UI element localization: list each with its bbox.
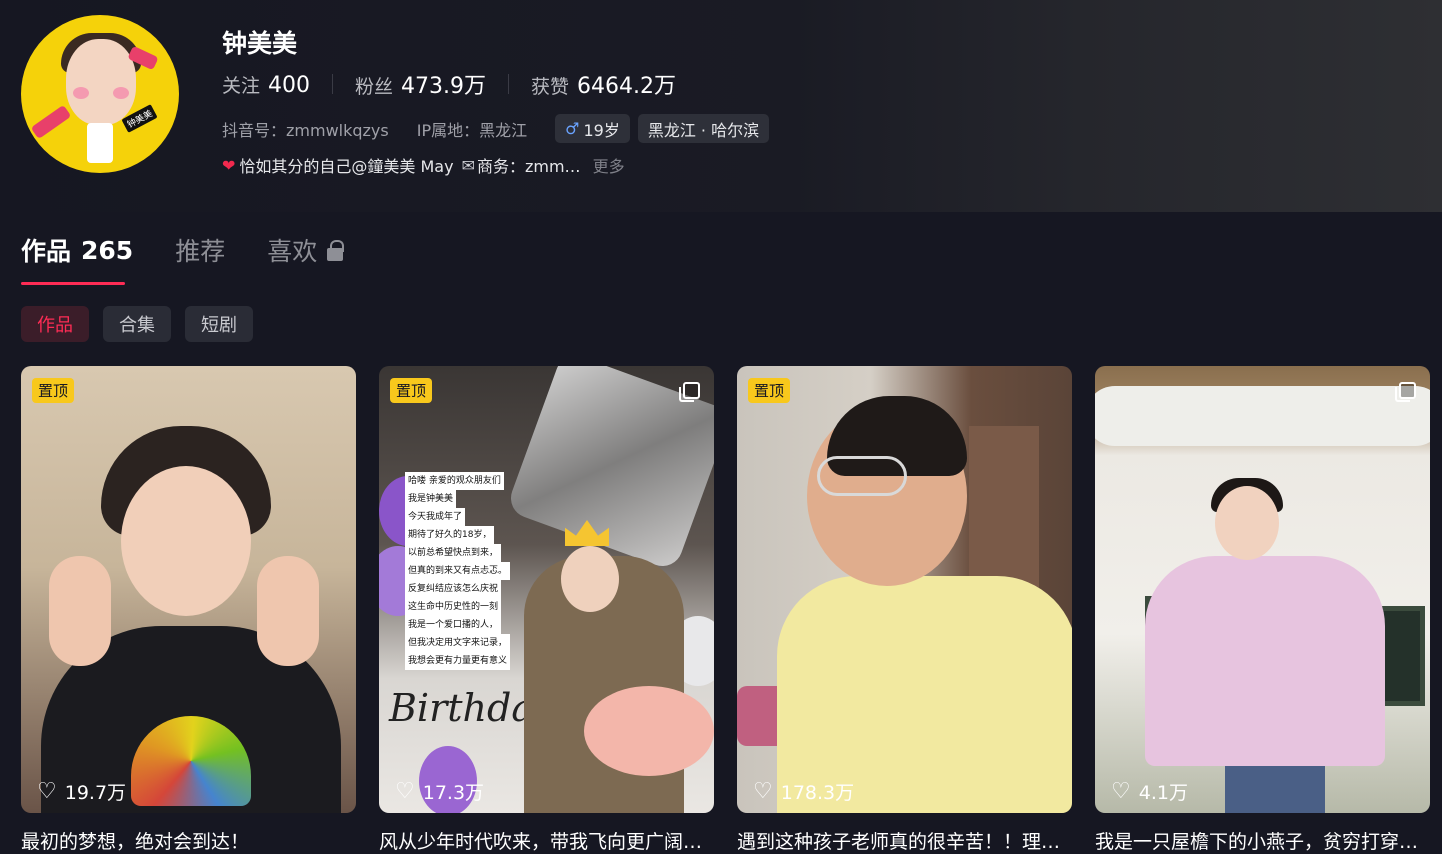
stat-value: 473.9万 (401, 74, 487, 99)
like-count: ♡ 17.3万 (395, 778, 484, 805)
like-count: ♡ 19.7万 (37, 778, 126, 805)
video-card[interactable]: 置顶 ♡ 178.3万 遇到这种孩子老师真的很辛苦！！理… (737, 366, 1072, 854)
profile-name: 钟美美 (222, 29, 298, 58)
chip-works[interactable]: 作品 (21, 306, 89, 342)
tab-label: 喜欢 (267, 237, 318, 266)
stat-label: 关注 (222, 74, 261, 97)
pinned-badge: 置顶 (748, 378, 791, 403)
video-caption[interactable]: 遇到这种孩子老师真的很辛苦！！理… (737, 827, 1072, 854)
heart-outline-icon: ♡ (1111, 779, 1131, 804)
gender-age-badge: ♂ 19岁 (555, 114, 630, 143)
stat-value: 6464.2万 (577, 74, 677, 99)
tab-label: 作品 (21, 237, 72, 266)
lock-icon (327, 239, 345, 261)
more-link[interactable]: 更多 (593, 153, 625, 177)
video-card[interactable]: Birthda 哈喽 亲爱的观众朋友们 我是钟美美 今天我成年了 期待了好久的1… (379, 366, 714, 854)
video-caption[interactable]: 最初的梦想，绝对会到达！ (21, 827, 356, 854)
video-caption[interactable]: 我是一只屋檐下的小燕子，贫穷打穿… (1095, 827, 1430, 854)
stat-value: 400 (268, 72, 311, 98)
region-badge: 黑龙江 · 哈尔滨 (637, 114, 770, 143)
pinned-badge: 置顶 (390, 378, 433, 403)
stat-following[interactable]: 关注 400 (222, 71, 310, 98)
heart-outline-icon: ♡ (37, 779, 57, 804)
profile-tabs: 作品 265 推荐 喜欢 (21, 232, 385, 268)
video-grid: 置顶 ♡ 19.7万 最初的梦想，绝对会到达！ Birthda 哈喽 亲爱的观众… (21, 366, 1430, 854)
like-value: 19.7万 (64, 782, 127, 804)
like-value: 17.3万 (422, 782, 485, 804)
tab-count: 265 (81, 235, 134, 265)
video-thumbnail[interactable]: 置顶 ♡ 19.7万 (21, 366, 356, 813)
video-thumbnail[interactable]: 置顶 ♡ 178.3万 (737, 366, 1072, 813)
profile-bio: ❤ 恰如其分的自己@鐘美美 May ✉ 商务：zmm… 更多 (222, 153, 625, 177)
avatar[interactable]: 钟美美 (21, 15, 179, 173)
tab-likes[interactable]: 喜欢 (267, 232, 345, 268)
multi-image-icon (679, 382, 700, 402)
mail-icon: ✉ (461, 155, 475, 175)
profile-header: 钟美美 钟美美 关注 400 粉丝 473.9万 获赞 6464.2万 抖音号：… (0, 0, 1442, 212)
multi-image-icon (1395, 382, 1416, 402)
heart-icon: ❤ (222, 155, 236, 175)
video-thumbnail[interactable]: Birthda 哈喽 亲爱的观众朋友们 我是钟美美 今天我成年了 期待了好久的1… (379, 366, 714, 813)
male-icon: ♂ (565, 119, 580, 138)
like-count: ♡ 4.1万 (1111, 778, 1188, 805)
overlay-text: 哈喽 亲爱的观众朋友们 我是钟美美 今天我成年了 期待了好久的18岁， 以前总希… (405, 472, 523, 670)
stat-label: 粉丝 (355, 76, 394, 98)
chip-short-drama[interactable]: 短剧 (185, 306, 253, 342)
chip-collections[interactable]: 合集 (103, 306, 171, 342)
filter-chips: 作品 合集 短剧 (21, 306, 267, 342)
bio-text: 恰如其分的自己@鐘美美 May (239, 157, 454, 176)
like-value: 4.1万 (1138, 782, 1188, 804)
heart-outline-icon: ♡ (753, 779, 773, 804)
tab-underline (21, 282, 125, 285)
heart-outline-icon: ♡ (395, 779, 415, 804)
profile-stats: 关注 400 粉丝 473.9万 获赞 6464.2万 (222, 68, 676, 100)
stat-likes: 获赞 6464.2万 (531, 68, 676, 100)
video-card[interactable]: ♡ 4.1万 我是一只屋檐下的小燕子，贫穷打穿… (1095, 366, 1430, 854)
stat-label: 获赞 (531, 76, 570, 98)
video-caption[interactable]: 风从少年时代吹来，带我飞向更广阔… (379, 827, 714, 854)
ip-location: IP属地：黑龙江 (416, 120, 528, 140)
pinned-badge: 置顶 (32, 378, 75, 403)
tab-label: 推荐 (175, 237, 226, 266)
like-count: ♡ 178.3万 (753, 778, 854, 805)
divider (332, 74, 334, 94)
tab-recommend[interactable]: 推荐 (175, 232, 225, 268)
video-thumbnail[interactable]: ♡ 4.1万 (1095, 366, 1430, 813)
stat-followers[interactable]: 粉丝 473.9万 (355, 68, 486, 100)
divider (508, 74, 510, 94)
age: 19岁 (583, 120, 620, 140)
douyin-id: 抖音号：zmmwlkqzys (222, 120, 389, 140)
video-card[interactable]: 置顶 ♡ 19.7万 最初的梦想，绝对会到达！ (21, 366, 356, 854)
profile-meta: 抖音号：zmmwlkqzys IP属地：黑龙江 ♂ 19岁 黑龙江 · 哈尔滨 (222, 114, 777, 143)
birthday-script: Birthda (389, 686, 534, 730)
business-contact: 商务：zmm… (476, 157, 581, 176)
like-value: 178.3万 (780, 782, 855, 804)
tab-works[interactable]: 作品 265 (21, 232, 133, 268)
